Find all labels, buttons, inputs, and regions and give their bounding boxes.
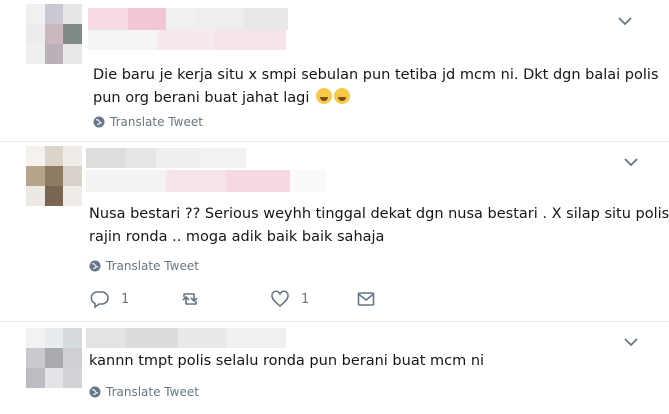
tweet-text-line: Die baru je kerja situ x smpi sebulan pu… — [93, 67, 659, 83]
chevron-down-icon[interactable] — [623, 334, 639, 350]
direct-message-button[interactable] — [356, 289, 376, 309]
avatar[interactable] — [26, 328, 82, 388]
chevron-down-icon[interactable] — [617, 13, 633, 29]
heart-icon — [271, 290, 289, 308]
translate-tweet-link[interactable]: Translate Tweet — [89, 385, 199, 399]
tweet-3[interactable]: kannn tmpt polis selalu ronda pun berani… — [0, 322, 669, 414]
reply-icon — [90, 291, 109, 309]
author-handle[interactable] — [86, 170, 326, 192]
chevron-down-icon[interactable] — [623, 154, 639, 170]
translate-tweet-link[interactable]: Translate Tweet — [89, 259, 199, 273]
tweet-text-line: pun org berani buat jahat lagi — [93, 87, 659, 110]
tweet-text: Nusa bestari ?? Serious weyhh tinggal de… — [89, 203, 669, 249]
envelope-icon — [357, 292, 375, 306]
tweet-text-line-2: pun org berani buat jahat lagi — [93, 90, 310, 106]
translate-tweet-label: Translate Tweet — [106, 385, 199, 399]
globe-icon — [93, 116, 105, 128]
author-name[interactable] — [88, 8, 288, 30]
globe-icon — [89, 260, 101, 272]
tweet-text-line: kannn tmpt polis selalu ronda pun berani… — [89, 353, 485, 369]
avatar[interactable] — [26, 4, 82, 64]
like-count: 1 — [301, 291, 310, 307]
retweet-button[interactable] — [180, 289, 270, 309]
tweet-text: Die baru je kerja situ x smpi sebulan pu… — [93, 64, 659, 110]
crying-face-icon — [334, 88, 350, 104]
reply-count: 1 — [121, 291, 130, 307]
translate-tweet-label: Translate Tweet — [110, 115, 203, 129]
translate-tweet-link[interactable]: Translate Tweet — [93, 115, 203, 129]
author-name[interactable] — [86, 148, 246, 168]
tweet-text: kannn tmpt polis selalu ronda pun berani… — [89, 350, 484, 373]
crying-face-icon — [316, 88, 332, 104]
avatar[interactable] — [26, 146, 82, 206]
reply-button[interactable]: 1 — [90, 289, 180, 309]
translate-tweet-label: Translate Tweet — [106, 259, 199, 273]
globe-icon — [89, 386, 101, 398]
tweet-1[interactable]: Die baru je kerja situ x smpi sebulan pu… — [0, 0, 669, 142]
like-button[interactable]: 1 — [270, 289, 356, 309]
author-name[interactable] — [86, 328, 286, 348]
tweet-text-line: Nusa bestari ?? Serious weyhh tinggal de… — [89, 206, 669, 222]
tweet-actions: 1 1 — [90, 289, 376, 309]
retweet-icon — [182, 293, 198, 305]
author-handle[interactable] — [88, 30, 286, 50]
tweet-text-line: rajin ronda .. moga adik baik baik sahaj… — [89, 229, 385, 245]
